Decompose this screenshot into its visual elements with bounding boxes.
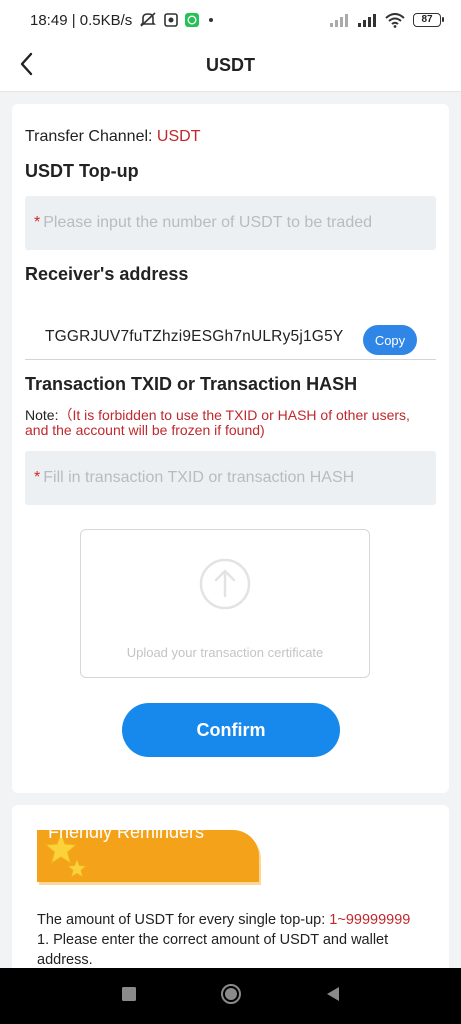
copy-button[interactable]: Copy: [363, 325, 417, 355]
amount-placeholder: Please input the number of USDT to be tr…: [43, 214, 373, 231]
transfer-channel: Transfer Channel: USDT: [25, 128, 200, 146]
topup-title: USDT Top-up: [25, 161, 139, 181]
mute-icon: [139, 12, 157, 28]
reminder-amount-text: The amount of USDT for every single top-…: [37, 912, 326, 928]
recents-button[interactable]: [114, 981, 144, 1011]
app-icon: [164, 13, 179, 27]
txid-placeholder: Fill in transaction TXID or transaction …: [43, 469, 355, 486]
battery-icon: 87: [413, 13, 444, 27]
header: USDT: [0, 40, 461, 92]
star-icon: [67, 858, 87, 883]
required-star: *: [34, 214, 41, 231]
confirm-button[interactable]: Confirm: [122, 703, 340, 757]
status-bar: 18:49 | 0.5KB/s 87: [0, 0, 461, 40]
reminders-body: The amount of USDT for every single top-…: [37, 910, 437, 970]
txid-input[interactable]: * Fill in transaction TXID or transactio…: [25, 451, 436, 505]
status-right: 87: [329, 12, 444, 28]
chevron-left-icon: [19, 52, 35, 81]
upload-label: Upload your transaction certificate: [126, 645, 324, 660]
wifi-icon: [385, 12, 405, 28]
upload-arrow-icon: [199, 558, 251, 610]
upload-certificate[interactable]: Upload your transaction certificate: [80, 529, 370, 678]
channel-value: USDT: [156, 128, 201, 145]
transfer-card: Transfer Channel: USDT USDT Top-up * Ple…: [12, 104, 449, 793]
page-title: USDT: [206, 55, 255, 75]
channel-label: Transfer Channel:: [25, 128, 153, 145]
reminders-title: Friendly Reminders: [48, 822, 205, 842]
required-star: *: [34, 469, 41, 486]
system-nav-bar: [0, 968, 461, 1024]
receiver-address: TGGRJUV7fuTZhzi9ESGh7nULRy5j1G5Y: [45, 328, 344, 345]
signal-icon: [357, 13, 377, 27]
amount-input[interactable]: * Please input the number of USDT to be …: [25, 196, 436, 250]
circle-icon: [220, 983, 242, 1010]
reminder-line: The amount of USDT for every single top-…: [37, 910, 437, 930]
receiver-title: Receiver's address: [25, 264, 189, 284]
triangle-back-icon: [326, 986, 340, 1007]
reminder-line: 1. Please enter the correct amount of US…: [37, 932, 389, 968]
txid-title: Transaction TXID or Transaction HASH: [25, 374, 358, 394]
reminder-amount-range: 1~99999999: [329, 912, 411, 928]
note-label: Note:: [25, 407, 59, 423]
signal-icon: [329, 13, 349, 27]
dot-icon: [206, 15, 216, 25]
whatsapp-icon: [185, 13, 200, 27]
status-left: 18:49 | 0.5KB/s: [30, 12, 216, 29]
square-icon: [121, 986, 136, 1006]
back-button[interactable]: [10, 50, 44, 82]
note-text: （It is forbidden to use the TXID or HASH…: [25, 407, 410, 438]
address-row: TGGRJUV7fuTZhzi9ESGh7nULRy5j1G5Y Copy: [25, 312, 436, 360]
reminders-card: Friendly Reminders The amount of USDT fo…: [12, 805, 449, 975]
home-button[interactable]: [216, 981, 246, 1011]
note: Note:（It is forbidden to use the TXID or…: [25, 408, 435, 438]
status-time: 18:49 | 0.5KB/s: [30, 11, 133, 29]
back-nav-button[interactable]: [318, 981, 348, 1011]
